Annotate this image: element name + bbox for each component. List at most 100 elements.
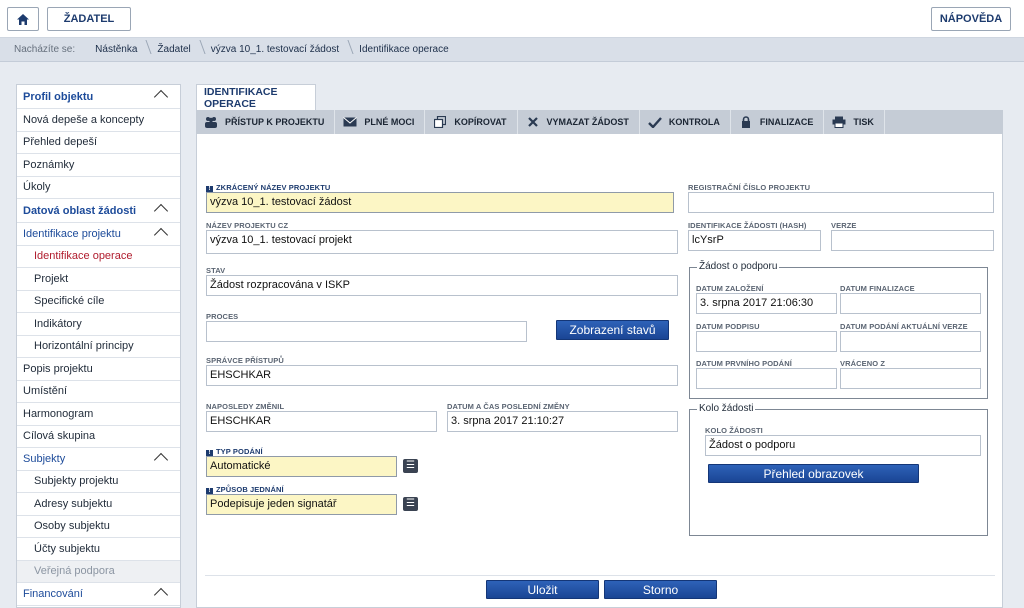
zpusob-jednani-list-icon[interactable]: ☰ xyxy=(403,497,418,511)
sidebar-item-label: Projekt xyxy=(34,272,69,285)
home-button[interactable] xyxy=(7,7,39,31)
breadcrumb-current: Identifikace operace xyxy=(359,44,449,55)
sidebar-item-3[interactable]: Poznámky xyxy=(17,154,180,177)
registracni-cislo-field xyxy=(688,192,994,213)
sidebar-item-11[interactable]: Horizontální principy xyxy=(17,336,180,358)
tab-identifikace-operace[interactable]: IDENTIFIKACE OPERACE xyxy=(196,84,316,110)
sidebar-item-20[interactable]: Účty subjektu xyxy=(17,538,180,561)
sidebar-item-12[interactable]: Popis projektu xyxy=(17,358,180,381)
sidebar-item-label: Subjekty projektu xyxy=(34,475,119,488)
home-icon xyxy=(17,13,29,25)
sidebar-item-17[interactable]: Subjekty projektu xyxy=(17,471,180,493)
toolbar-tisk-label: TISK xyxy=(853,117,874,127)
zadatel-button[interactable]: ŽADATEL xyxy=(47,7,131,31)
sidebar-item-8[interactable]: Projekt xyxy=(17,268,180,291)
breadcrumb-nastenka[interactable]: Nástěnka xyxy=(85,44,147,55)
sidebar-item-label: Indikátory xyxy=(34,317,82,330)
toolbar-vymazat-button[interactable]: VYMAZAT ŽÁDOST xyxy=(518,110,640,134)
typ-podani-list-icon[interactable]: ☰ xyxy=(403,459,418,473)
nazev-cz-label: NÁZEV PROJEKTU CZ xyxy=(206,221,289,230)
zobrazeni-stavu-button[interactable]: Zobrazení stavů xyxy=(556,320,669,340)
sidebar-item-label: Úkoly xyxy=(23,181,51,194)
nazev-cz-field[interactable]: výzva 10_1. testovací projekt xyxy=(206,230,678,254)
datum-zmeny-label: DATUM A ČAS POSLEDNÍ ZMĚNY xyxy=(447,402,570,411)
sidebar-item-19[interactable]: Osoby subjektu xyxy=(17,516,180,538)
toolbar-finalizace-button[interactable]: FINALIZACE xyxy=(731,110,825,134)
proces-label: PROCES xyxy=(206,312,239,321)
breadcrumb-zadatel[interactable]: Žadatel xyxy=(147,44,200,55)
sidebar-item-18[interactable]: Adresy subjektu xyxy=(17,493,180,516)
toolbar-kontrola-label: KONTROLA xyxy=(668,117,720,127)
sidebar-item-9[interactable]: Specifické cíle xyxy=(17,291,180,313)
sidebar-item-4[interactable]: Úkoly xyxy=(17,177,180,199)
chevron-up-icon[interactable] xyxy=(153,452,169,468)
sidebar-item-21[interactable]: Veřejná podpora xyxy=(17,560,180,583)
registracni-cislo-label: REGISTRAČNÍ ČÍSLO PROJEKTU xyxy=(688,183,811,192)
sidebar: Profil objektu Nová depeše a koncepty Přeh… xyxy=(16,84,181,608)
lock-icon xyxy=(739,116,753,128)
storno-button[interactable]: Storno xyxy=(604,580,717,599)
chevron-up-icon[interactable] xyxy=(153,203,169,219)
sidebar-item-label: Horizontální principy xyxy=(34,340,134,353)
toolbar-finalizace-label: FINALIZACE xyxy=(759,117,814,127)
sidebar-item-7[interactable]: Identifikace operace xyxy=(17,246,180,268)
toolbar-pristup-button[interactable]: PŘÍSTUP K PROJEKTU xyxy=(196,110,336,134)
delete-icon xyxy=(526,116,540,128)
breadcrumb-vyzva[interactable]: výzva 10_1. testovací žádost xyxy=(201,44,349,55)
form-panel: ! ZKRÁCENÝ NÁZEV PROJEKTU výzva 10_1. tes… xyxy=(196,134,1003,608)
sidebar-item-label: Nová depeše a koncepty xyxy=(23,113,145,126)
sidebar-item-15[interactable]: Cílová skupina xyxy=(17,426,180,448)
sidebar-item-label: Financování xyxy=(23,587,83,600)
napoveda-button[interactable]: NÁPOVĚDA xyxy=(931,7,1011,31)
verze-field xyxy=(831,230,994,251)
kolo-zadosti-label: KOLO ŽÁDOSTI xyxy=(705,426,763,435)
stav-field: Žádost rozpracována v ISKP xyxy=(206,275,678,296)
sidebar-item-16[interactable]: Subjekty xyxy=(17,448,180,471)
print-icon xyxy=(832,116,846,128)
zpusob-jednani-field[interactable]: Podepisuje jeden signatář xyxy=(206,494,397,515)
sidebar-item-22[interactable]: Financování xyxy=(17,583,180,606)
sidebar-item-2[interactable]: Přehled depeší xyxy=(17,132,180,154)
sidebar-item-label: Datová oblast žádosti xyxy=(23,204,137,217)
toolbar-kopirovat-button[interactable]: KOPÍROVAT xyxy=(425,110,518,134)
sidebar-item-0[interactable]: Profil objektu xyxy=(17,85,180,109)
zkraceny-nazev-field[interactable]: výzva 10_1. testovací žádost xyxy=(206,192,674,213)
proces-field xyxy=(206,321,527,342)
chevron-up-icon[interactable] xyxy=(153,89,169,105)
datum-zalozeni-field: 3. srpna 2017 21:06:30 xyxy=(696,293,837,314)
sidebar-item-label: Identifikace projektu xyxy=(23,227,121,240)
sidebar-item-13[interactable]: Umístění xyxy=(17,381,180,403)
sidebar-item-10[interactable]: Indikátory xyxy=(17,313,180,336)
sidebar-item-1[interactable]: Nová depeše a koncepty xyxy=(17,109,180,132)
toolbar-plne-moci-button[interactable]: PLNÉ MOCI xyxy=(335,110,426,134)
ulozit-button[interactable]: Uložit xyxy=(486,580,599,599)
toolbar-kontrola-button[interactable]: KONTROLA xyxy=(640,110,731,134)
datum-prvniho-podani-field xyxy=(696,368,837,389)
breadcrumb-prefix: Nacházíte se: xyxy=(14,44,76,55)
prehled-obrazovek-button[interactable]: Přehled obrazovek xyxy=(708,464,919,483)
sidebar-item-label: Identifikace operace xyxy=(34,250,133,263)
zadost-o-podporu-title: Žádost o podporu xyxy=(697,261,780,272)
check-icon xyxy=(648,116,662,128)
mail-icon xyxy=(343,116,358,128)
sidebar-item-label: Harmonogram xyxy=(23,407,94,420)
toolbar: PŘÍSTUP K PROJEKTU PLNÉ MOCI KOPÍROVAT V… xyxy=(196,110,1003,134)
toolbar-tisk-button[interactable]: TISK xyxy=(824,110,885,134)
sidebar-item-label: Účty subjektu xyxy=(34,542,101,555)
chevron-up-icon[interactable] xyxy=(153,587,169,603)
sidebar-item-6[interactable]: Identifikace projektu xyxy=(17,223,180,246)
sidebar-item-14[interactable]: Harmonogram xyxy=(17,403,180,426)
toolbar-plne-moci-label: PLNÉ MOCI xyxy=(364,117,415,127)
kolo-zadosti-group: Kolo žádosti KOLO ŽÁDOSTI Žádost o podpo… xyxy=(689,403,988,536)
hash-field: lcYsrP xyxy=(688,230,821,251)
chevron-up-icon[interactable] xyxy=(153,227,169,243)
spravce-field: EHSCHKAR xyxy=(206,365,678,386)
people-icon xyxy=(204,116,218,128)
sidebar-item-5[interactable]: Datová oblast žádosti xyxy=(17,199,180,223)
sidebar-item-label: Cílová skupina xyxy=(23,430,96,443)
footer-divider xyxy=(205,575,995,576)
datum-finalizace-field xyxy=(840,293,981,314)
typ-podani-field[interactable]: Automatické xyxy=(206,456,397,477)
sidebar-item-label: Profil objektu xyxy=(23,90,94,103)
sidebar-item-label: Popis projektu xyxy=(23,362,93,375)
